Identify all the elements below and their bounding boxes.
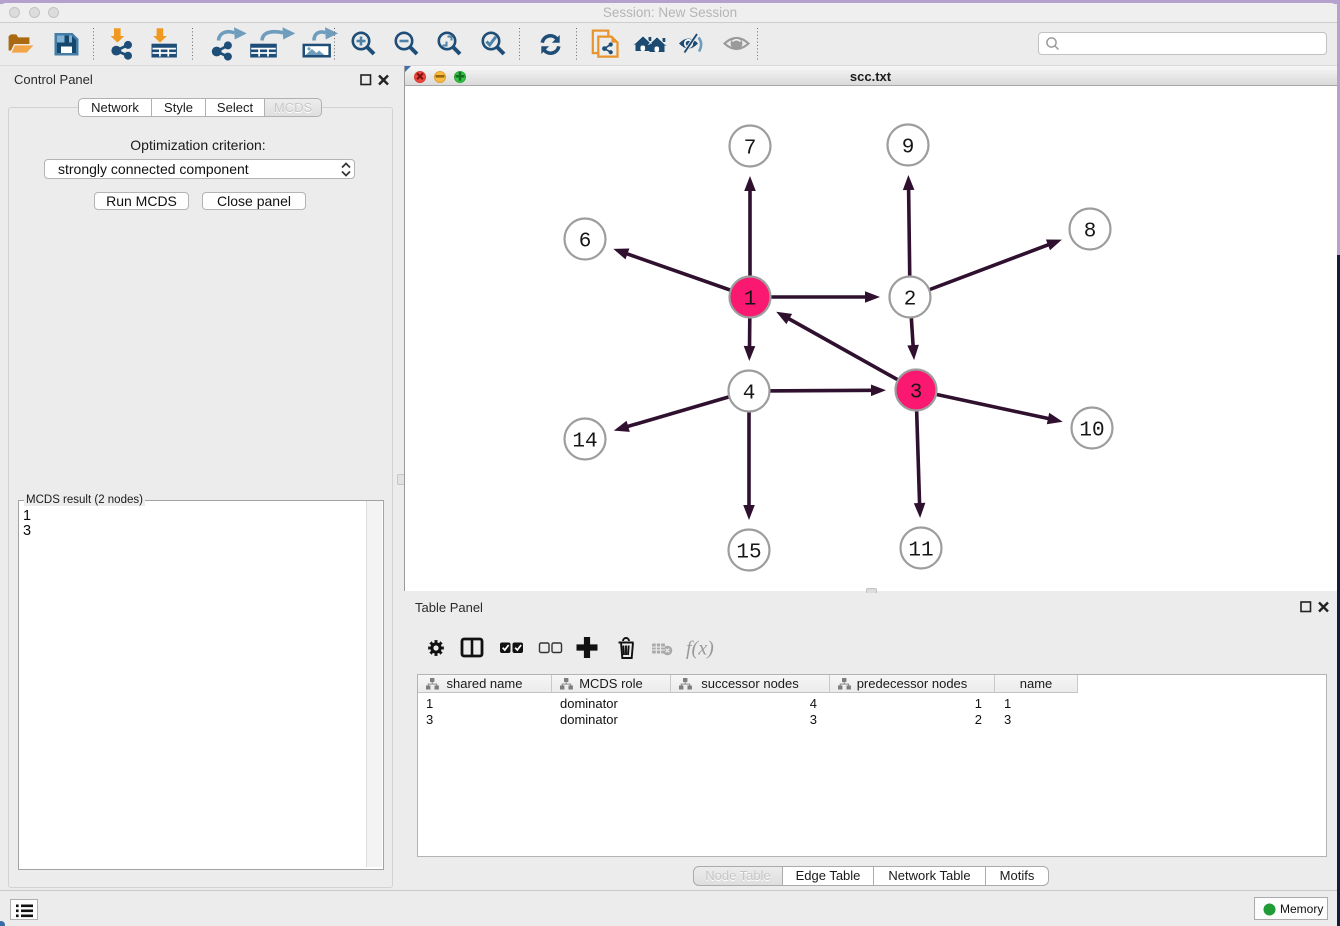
svg-text:6: 6 — [579, 231, 592, 254]
svg-text:f(x): f(x) — [686, 638, 714, 660]
svg-text:14: 14 — [572, 431, 597, 454]
svg-text:7: 7 — [744, 138, 757, 161]
svg-text:1: 1 — [744, 289, 757, 312]
svg-text:11: 11 — [908, 540, 933, 563]
svg-text:8: 8 — [1084, 221, 1097, 244]
svg-text:9: 9 — [902, 137, 915, 160]
svg-text:10: 10 — [1079, 420, 1104, 443]
svg-text:3: 3 — [910, 382, 923, 405]
svg-text:15: 15 — [736, 542, 761, 565]
svg-text:4: 4 — [743, 383, 756, 406]
svg-text:2: 2 — [904, 289, 917, 312]
